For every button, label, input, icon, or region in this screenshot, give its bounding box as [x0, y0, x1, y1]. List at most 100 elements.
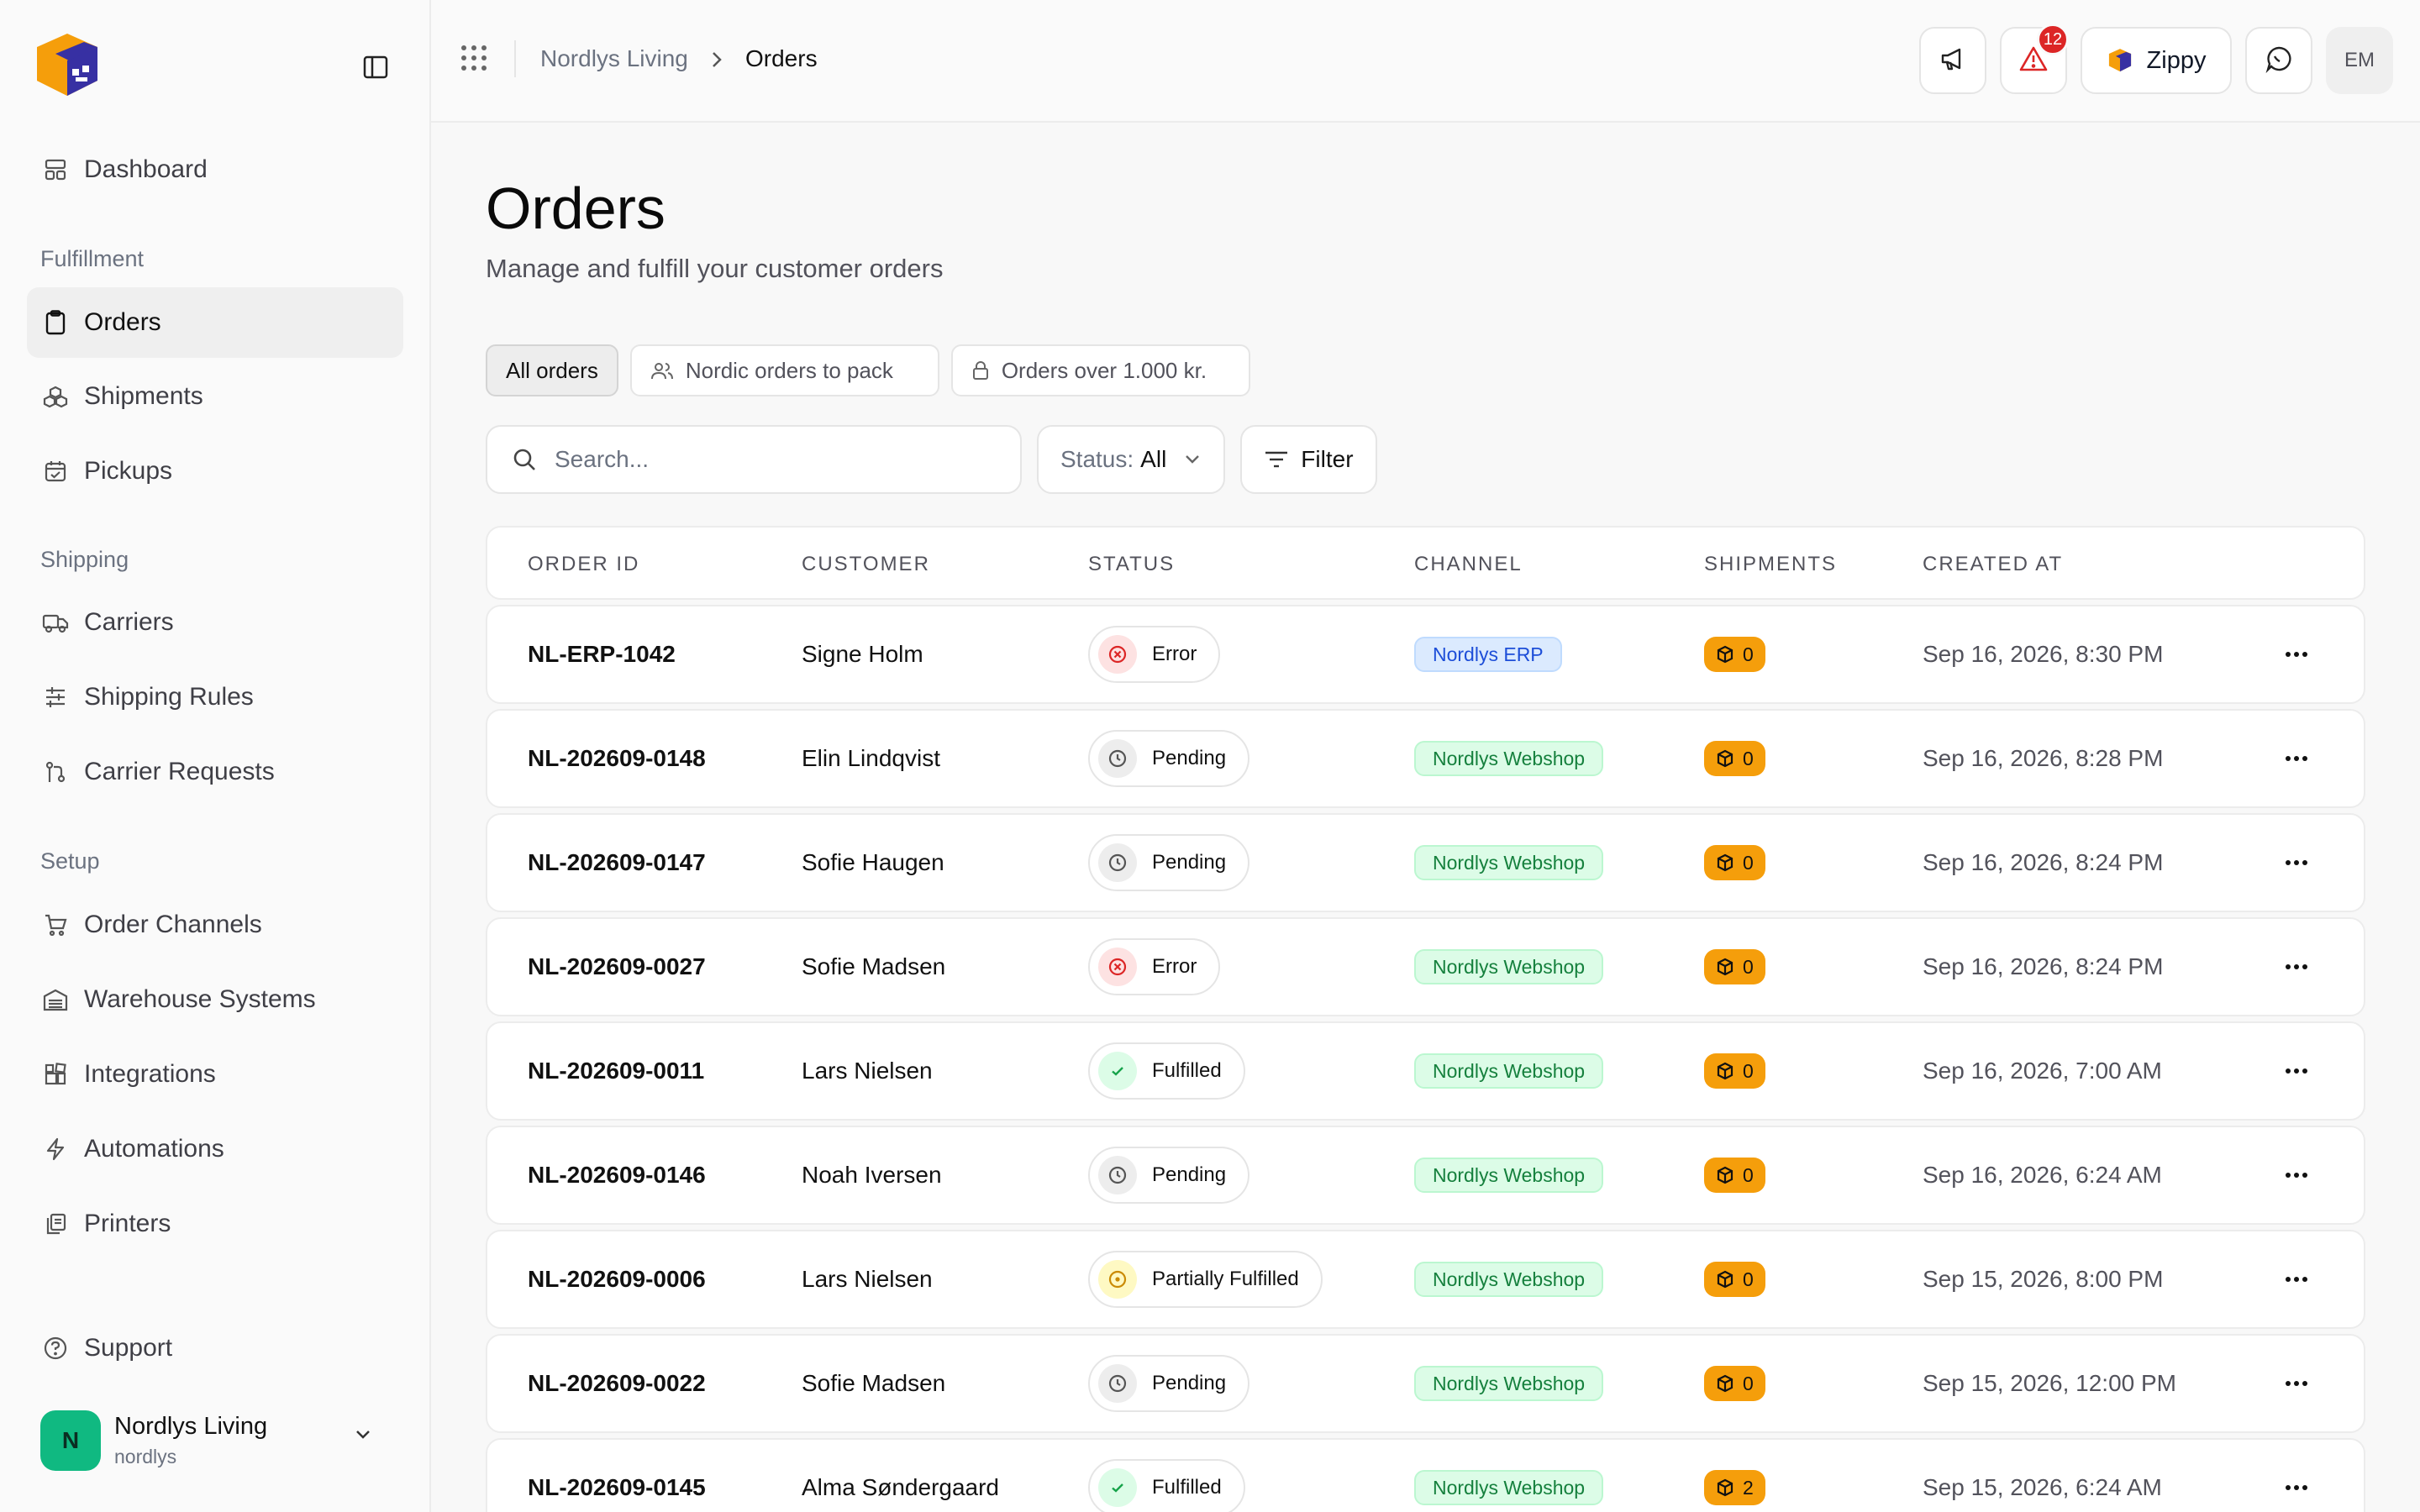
view-orders-over-1000[interactable]: Orders over 1.000 kr. — [950, 344, 1250, 396]
announcements-button[interactable] — [1919, 27, 1986, 94]
row-actions-button[interactable] — [2284, 711, 2309, 806]
created-at: Sep 16, 2026, 8:28 PM — [1923, 745, 2164, 771]
col-shipments[interactable]: SHIPMENTS — [1704, 553, 1837, 576]
sidebar-item-label: Order Channels — [84, 911, 262, 938]
order-id[interactable]: NL-202609-0011 — [528, 1023, 704, 1119]
customer-name: Lars Nielsen — [802, 1058, 933, 1084]
sidebar-item-warehouse-systems[interactable]: Warehouse Systems — [27, 964, 403, 1035]
main-area: Nordlys Living Orders 12 Zippy EM Orders… — [431, 0, 2420, 1512]
status-label: Error — [1152, 643, 1197, 665]
search-icon — [511, 446, 538, 473]
shipments-count: 0 — [1743, 1059, 1754, 1082]
sidebar-item-pickups[interactable]: Pickups — [27, 436, 403, 507]
toolbar: Status: All Filter — [486, 425, 1377, 494]
account-name: Nordlys Living — [114, 1413, 268, 1440]
status-badge: Pending — [1088, 1147, 1250, 1204]
customer-name: Elin Lindqvist — [802, 745, 940, 771]
status-cell: Pending — [1088, 1336, 1250, 1431]
status-cell: Pending — [1088, 1127, 1250, 1223]
table-row[interactable]: NL-202609-0145 Alma Søndergaard Fulfille… — [486, 1438, 2365, 1512]
status-select[interactable]: Status: All — [1037, 425, 1226, 494]
row-actions-button[interactable] — [2284, 1336, 2309, 1431]
sidebar-item-label: Carrier Requests — [84, 758, 275, 785]
created-at: Sep 16, 2026, 8:30 PM — [1923, 641, 2164, 667]
shipments-count: 0 — [1743, 1372, 1754, 1394]
apps-grid-icon[interactable] — [460, 44, 488, 76]
sidebar-toggle-icon[interactable] — [360, 52, 392, 82]
shopping-cart-icon — [42, 911, 69, 938]
table-row[interactable]: NL-202609-0148 Elin Lindqvist Pending No… — [486, 709, 2365, 808]
sidebar-item-carriers[interactable]: Carriers — [27, 587, 403, 658]
search-box — [486, 425, 1022, 494]
user-avatar[interactable]: EM — [2326, 27, 2393, 94]
filter-button[interactable]: Filter — [1240, 425, 1377, 494]
row-actions-button[interactable] — [2284, 606, 2309, 702]
clock-icon — [1098, 739, 1137, 778]
sidebar-item-integrations[interactable]: Integrations — [27, 1039, 403, 1110]
account-switcher[interactable]: N Nordlys Living nordlys — [27, 1394, 403, 1487]
shipments-badge: 0 — [1704, 637, 1765, 672]
col-customer[interactable]: CUSTOMER — [802, 553, 930, 576]
order-id[interactable]: NL-202609-0146 — [528, 1127, 706, 1223]
shipments-badge: 0 — [1704, 1158, 1765, 1193]
order-id[interactable]: NL-202609-0147 — [528, 815, 706, 911]
brand-label: Zippy — [2146, 46, 2207, 74]
breadcrumb-workspace[interactable]: Nordlys Living — [540, 45, 688, 72]
search-input[interactable] — [555, 446, 992, 473]
alerts-button[interactable]: 12 — [2000, 24, 2069, 94]
table-row[interactable]: NL-202609-0022 Sofie Madsen Pending Nord… — [486, 1334, 2365, 1433]
row-actions-button[interactable] — [2284, 815, 2309, 911]
sidebar-item-shipping-rules[interactable]: Shipping Rules — [27, 662, 403, 732]
chat-button[interactable] — [2245, 27, 2312, 94]
status-badge: Error — [1088, 938, 1221, 995]
table-row[interactable]: NL-202609-0006 Lars Nielsen Partially Fu… — [486, 1230, 2365, 1329]
order-id[interactable]: NL-202609-0148 — [528, 711, 706, 806]
truck-icon — [42, 609, 69, 636]
order-id[interactable]: NL-ERP-1042 — [528, 606, 676, 702]
table-row[interactable]: NL-202609-0147 Sofie Haugen Pending Nord… — [486, 813, 2365, 912]
sidebar-item-printers[interactable]: Printers — [27, 1189, 403, 1259]
row-actions-button[interactable] — [2284, 1023, 2309, 1119]
sidebar-item-automations[interactable]: Automations — [27, 1114, 403, 1184]
sidebar-item-orders[interactable]: Orders — [27, 287, 403, 358]
view-all-orders[interactable]: All orders — [486, 344, 618, 396]
view-label: All orders — [506, 357, 598, 383]
sidebar-item-order-channels[interactable]: Order Channels — [27, 890, 403, 960]
col-channel[interactable]: CHANNEL — [1414, 553, 1523, 576]
more-horizontal-icon — [2284, 1068, 2309, 1074]
row-actions-button[interactable] — [2284, 1440, 2309, 1512]
customer-name: Sofie Madsen — [802, 953, 946, 979]
table-row[interactable]: NL-202609-0011 Lars Nielsen Fulfilled No… — [486, 1021, 2365, 1121]
view-nordic-orders[interactable]: Nordic orders to pack — [629, 344, 939, 396]
col-order-id[interactable]: ORDER ID — [528, 553, 639, 576]
sidebar-item-label: Shipments — [84, 382, 203, 410]
order-id[interactable]: NL-202609-0145 — [528, 1440, 706, 1512]
table-row[interactable]: NL-202609-0146 Noah Iversen Pending Nord… — [486, 1126, 2365, 1225]
col-created-at[interactable]: CREATED AT — [1923, 553, 2063, 576]
col-status[interactable]: STATUS — [1088, 553, 1175, 576]
warehouse-icon — [42, 986, 69, 1013]
sidebar-item-support[interactable]: Support — [27, 1313, 403, 1383]
sidebar-item-dashboard[interactable]: Dashboard — [27, 134, 403, 205]
table-row[interactable]: NL-ERP-1042 Signe Holm Error Nordlys ERP… — [486, 605, 2365, 704]
order-id[interactable]: NL-202609-0027 — [528, 919, 706, 1015]
dashboard-icon — [42, 156, 69, 183]
order-id[interactable]: NL-202609-0006 — [528, 1231, 706, 1327]
package-icon — [1716, 958, 1734, 976]
sidebar-item-carrier-requests[interactable]: Carrier Requests — [27, 737, 403, 807]
sidebar-item-label: Pickups — [84, 457, 173, 485]
channel-badge: Nordlys Webshop — [1414, 1158, 1604, 1193]
order-id[interactable]: NL-202609-0022 — [528, 1336, 706, 1431]
row-actions-button[interactable] — [2284, 1127, 2309, 1223]
status-label: Pending — [1152, 1372, 1227, 1394]
channel-cell: Nordlys Webshop — [1414, 919, 1604, 1015]
sidebar-item-label: Printers — [84, 1210, 171, 1237]
sidebar-item-label: Support — [84, 1334, 173, 1362]
row-actions-button[interactable] — [2284, 1231, 2309, 1327]
sidebar-item-label: Integrations — [84, 1060, 216, 1088]
brand-button[interactable]: Zippy — [2081, 27, 2232, 94]
table-row[interactable]: NL-202609-0027 Sofie Madsen Error Nordly… — [486, 917, 2365, 1016]
row-actions-button[interactable] — [2284, 919, 2309, 1015]
zippy-logo[interactable] — [30, 29, 104, 102]
sidebar-item-shipments[interactable]: Shipments — [27, 361, 403, 432]
